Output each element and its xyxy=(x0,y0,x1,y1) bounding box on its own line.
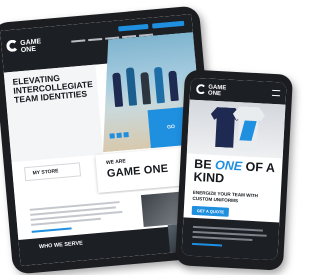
get-quote-button[interactable]: GET A QUOTE xyxy=(191,205,230,217)
phone-hero-headline: BE ONE OF A KIND xyxy=(193,157,280,188)
phone-logo-text: GAME ONE xyxy=(207,84,227,98)
social-icon[interactable] xyxy=(116,132,122,139)
tablet-hero-button[interactable]: GO xyxy=(167,124,175,131)
tablet-logo-text: GAME ONE xyxy=(19,38,42,55)
phone-hero-banner xyxy=(186,99,286,159)
social-icon[interactable] xyxy=(123,132,129,138)
hamburger-menu-icon[interactable] xyxy=(271,89,281,97)
social-icon[interactable] xyxy=(109,133,115,139)
phone-screen: GAME ONE BE ONE OF A KIND ENERGIZE YOUR … xyxy=(181,77,287,261)
phone-device: GAME ONE BE ONE OF A KIND ENERGIZE YOUR … xyxy=(174,69,294,271)
phone-hero-subtext: ENERGIZE YOUR TEAM WITH CUSTOM UNIFORMS xyxy=(192,189,259,204)
